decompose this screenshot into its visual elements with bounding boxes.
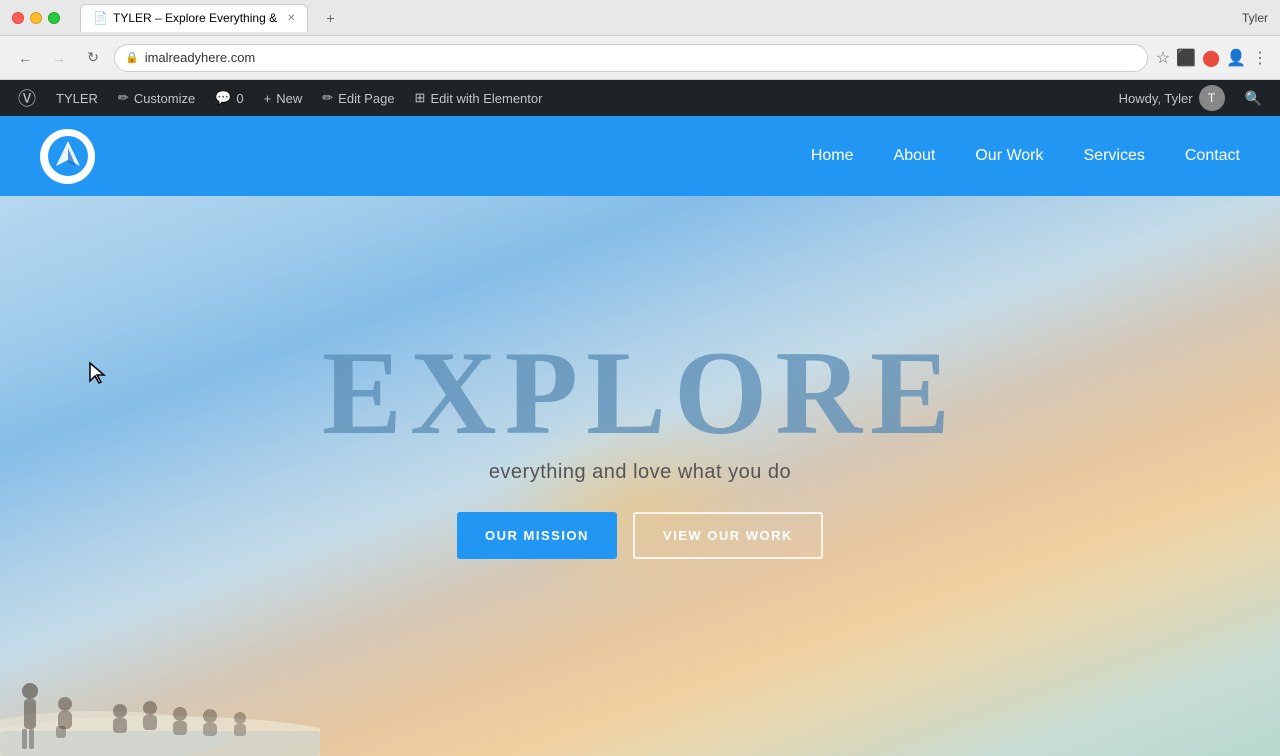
hero-title: EXPLORE: [322, 333, 958, 453]
edit-page-button[interactable]: ✏ Edit Page: [312, 80, 404, 116]
edit-icon: ✏: [322, 90, 333, 106]
tab-close-button[interactable]: ✕: [287, 13, 295, 24]
nav-services[interactable]: Services: [1084, 147, 1145, 165]
secure-icon: 🔒: [125, 51, 139, 64]
nav-our-work[interactable]: Our Work: [975, 147, 1043, 165]
admin-search-button[interactable]: 🔍: [1235, 90, 1272, 107]
site-name-button[interactable]: TYLER: [46, 80, 108, 116]
minimize-button[interactable]: [30, 12, 42, 24]
plus-icon: +: [264, 91, 272, 106]
hero-buttons: OUR MISSION VIEW OUR WORK: [457, 512, 823, 559]
new-label: New: [276, 91, 302, 106]
wp-icon-button[interactable]: Ⓥ: [8, 80, 46, 116]
reload-button[interactable]: ↻: [80, 45, 106, 71]
user-avatar: T: [1199, 85, 1225, 111]
hero-subtitle: everything and love what you do: [489, 461, 791, 484]
menu-icon[interactable]: ⋮: [1252, 48, 1268, 68]
edit-elementor-label: Edit with Elementor: [430, 91, 542, 106]
site-name-label: TYLER: [56, 91, 98, 106]
wp-admin-bar: Ⓥ TYLER ✏ Customize 💬 0 + New ✏ Edit Pag…: [0, 80, 1280, 116]
main-navigation: Home About Our Work Services Contact: [811, 147, 1240, 165]
screenshot-icon[interactable]: ⬛: [1176, 48, 1196, 68]
maximize-button[interactable]: [48, 12, 60, 24]
nav-home[interactable]: Home: [811, 147, 854, 165]
site-navigation: Home About Our Work Services Contact: [0, 116, 1280, 196]
titlebar: 📄 TYLER – Explore Everything & ✕ + Tyler: [0, 0, 1280, 36]
address-bar[interactable]: 🔒 imalreadyhere.com: [114, 44, 1148, 72]
profile-icon[interactable]: 👤: [1226, 48, 1246, 68]
browser-actions: ☆ ⬛ ⬤ 👤 ⋮: [1156, 48, 1268, 68]
customize-label: Customize: [134, 91, 195, 106]
edit-elementor-button[interactable]: ⊞ Edit with Elementor: [405, 80, 553, 116]
people-silhouette: [0, 536, 320, 756]
forward-button[interactable]: →: [46, 45, 72, 71]
edit-page-label: Edit Page: [338, 91, 394, 106]
browser-chrome: ← → ↻ 🔒 imalreadyhere.com ☆ ⬛ ⬤ 👤 ⋮: [0, 36, 1280, 80]
our-mission-button[interactable]: OUR MISSION: [457, 512, 617, 559]
new-content-button[interactable]: + New: [254, 80, 313, 116]
wordpress-icon: Ⓥ: [18, 85, 36, 111]
logo-icon: [48, 136, 88, 176]
titlebar-user: Tyler: [1242, 11, 1268, 25]
customize-icon: ✏: [118, 90, 129, 106]
nav-about[interactable]: About: [894, 147, 936, 165]
chrome-icon[interactable]: ⬤: [1202, 48, 1220, 68]
traffic-lights: [12, 12, 60, 24]
comments-icon: 💬: [215, 90, 231, 106]
new-tab-button[interactable]: +: [316, 4, 344, 32]
url-display: imalreadyhere.com: [145, 50, 256, 65]
nav-contact[interactable]: Contact: [1185, 147, 1240, 165]
site-logo[interactable]: [40, 129, 95, 184]
comments-count: 0: [236, 91, 243, 106]
tab-title: TYLER – Explore Everything &: [113, 11, 277, 25]
user-menu[interactable]: Howdy, Tyler T: [1109, 85, 1235, 111]
close-button[interactable]: [12, 12, 24, 24]
customize-button[interactable]: ✏ Customize: [108, 80, 205, 116]
wp-admin-right: Howdy, Tyler T 🔍: [1109, 85, 1272, 111]
back-button[interactable]: ←: [12, 45, 38, 71]
tab-favicon: 📄: [93, 11, 107, 25]
hero-people: [0, 536, 320, 756]
elementor-icon: ⊞: [415, 90, 426, 106]
hero-section: EXPLORE everything and love what you do …: [0, 196, 1280, 756]
howdy-label: Howdy, Tyler: [1119, 91, 1193, 106]
hero-content: EXPLORE everything and love what you do …: [322, 333, 958, 559]
browser-tab[interactable]: 📄 TYLER – Explore Everything & ✕: [80, 4, 308, 32]
tab-bar: 📄 TYLER – Explore Everything & ✕ +: [80, 4, 1234, 32]
comments-button[interactable]: 💬 0: [205, 80, 253, 116]
view-our-work-button[interactable]: VIEW OUR WORK: [633, 512, 823, 559]
bookmark-icon[interactable]: ☆: [1156, 48, 1170, 68]
